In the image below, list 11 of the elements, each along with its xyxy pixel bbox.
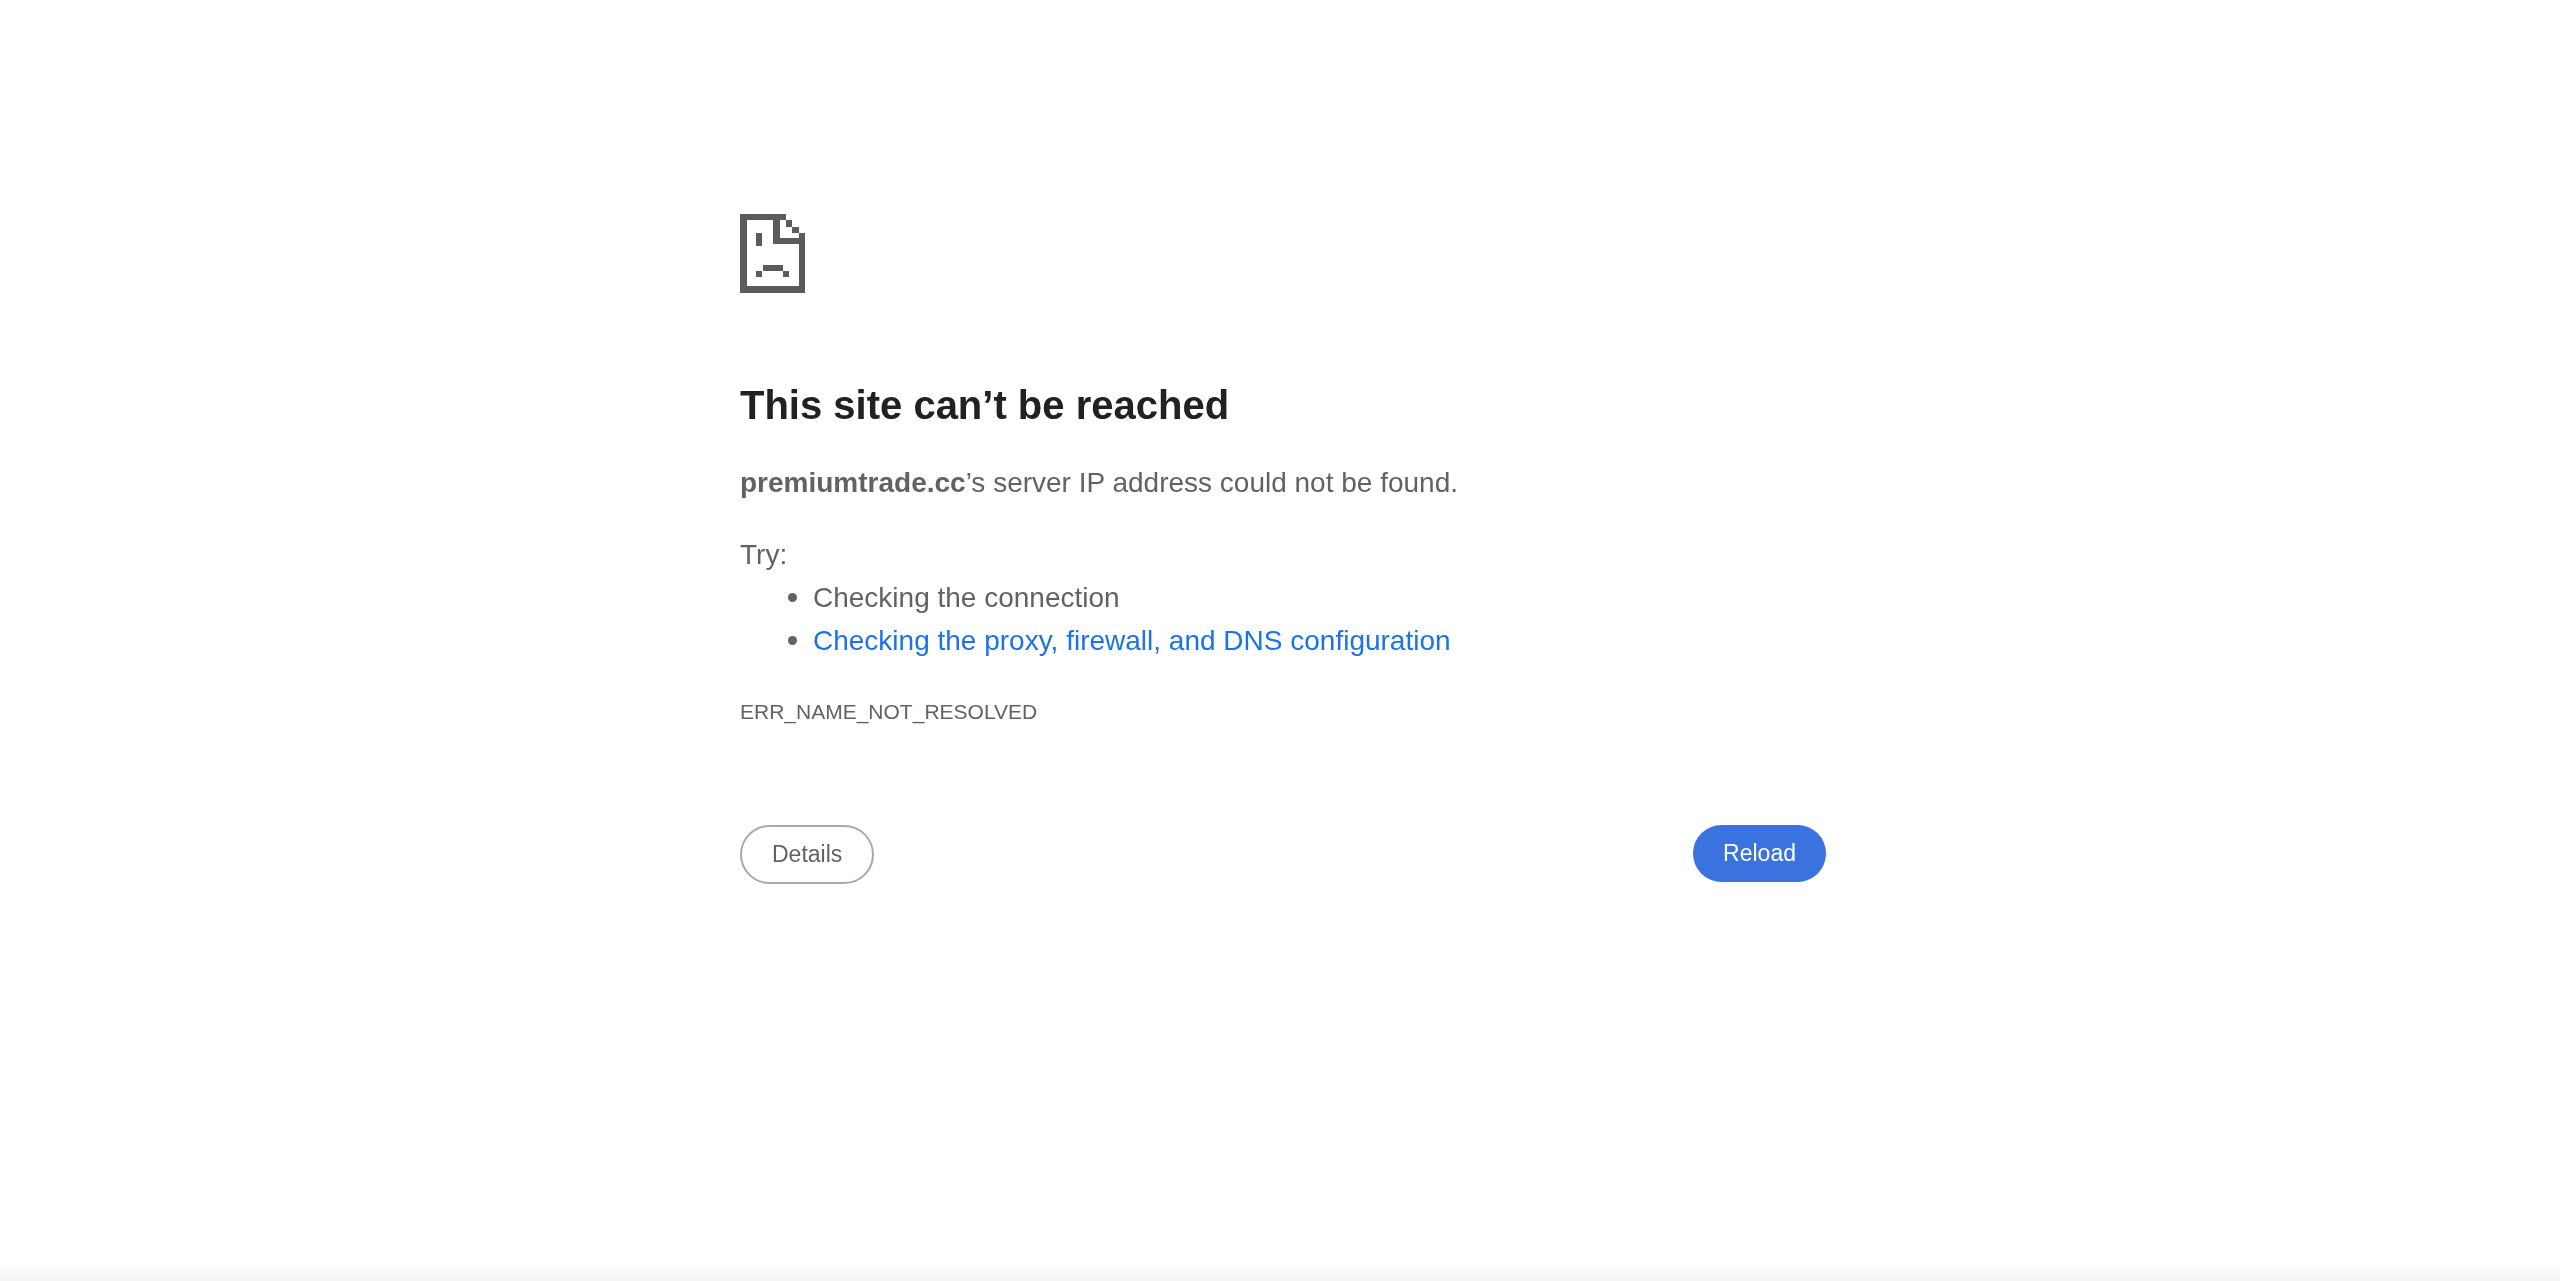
reload-button[interactable]: Reload: [1693, 825, 1826, 882]
suggestions-heading: Try:: [740, 538, 788, 572]
bullet-icon: [788, 636, 797, 645]
bullet-icon: [788, 593, 797, 602]
error-message: premiumtrade.cc’s server IP address could not be found.: [740, 466, 1459, 500]
sad-document-icon: [740, 214, 805, 293]
suggestion-link[interactable]: Checking the proxy, firewall, and DNS configuration: [813, 619, 1451, 662]
error-code: ERR_NAME_NOT_RESOLVED: [740, 699, 1038, 726]
details-button[interactable]: Details: [740, 825, 875, 884]
error-title: This site can’t be reached: [740, 382, 1230, 429]
suggestion-text: Checking the connection: [813, 581, 1120, 615]
